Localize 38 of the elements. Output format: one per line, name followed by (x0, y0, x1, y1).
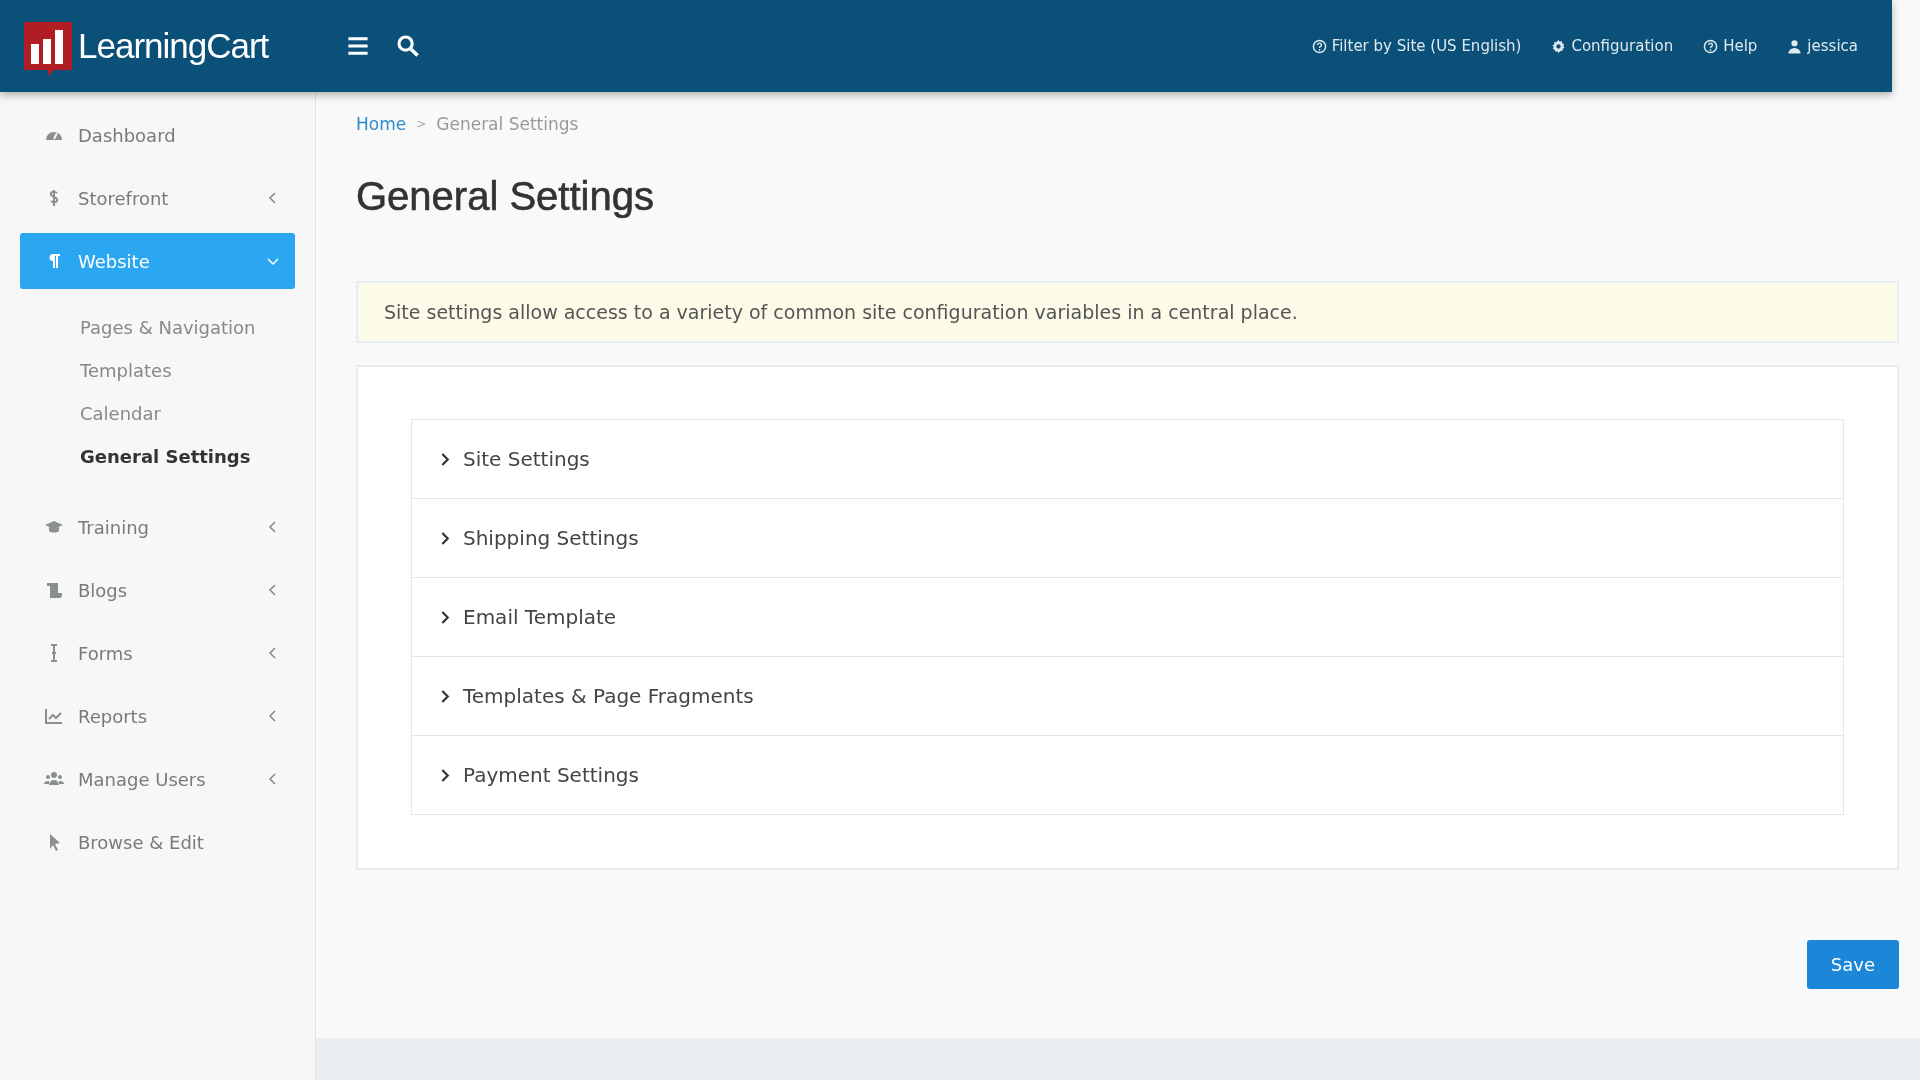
help-icon (1311, 38, 1327, 54)
scroll-icon (44, 580, 64, 600)
accordion-header[interactable]: Email Template (411, 577, 1844, 657)
accordion-header[interactable]: Templates & Page Fragments (411, 656, 1844, 736)
sidebar-item[interactable]: Reports (20, 688, 295, 744)
breadcrumb-current: General Settings (436, 114, 579, 134)
sidebar-item[interactable]: Website (20, 233, 295, 289)
menu-icon (346, 34, 370, 58)
line-chart-icon (44, 706, 64, 726)
sidebar-item[interactable]: Storefront (20, 170, 295, 226)
settings-icon (1551, 38, 1567, 54)
accordion-header[interactable]: Shipping Settings (411, 498, 1844, 578)
sidebar-item[interactable]: Training (20, 499, 295, 555)
submenu-item[interactable]: Templates (80, 349, 315, 392)
breadcrumb-separator: > (416, 117, 427, 131)
sidebar-item[interactable]: Forms (20, 625, 295, 681)
header-link[interactable]: Filter by Site (US English) (1311, 37, 1522, 55)
sidebar-item[interactable]: Dashboard (20, 107, 295, 163)
help-icon (1703, 38, 1719, 54)
user-icon (1787, 38, 1803, 54)
sidebar-item[interactable]: Manage Users (20, 751, 295, 807)
sidebar-item[interactable]: Blogs (20, 562, 295, 618)
accordion-header[interactable]: Payment Settings (411, 735, 1844, 815)
breadcrumb-link[interactable]: Home (356, 114, 407, 134)
sidebar-item[interactable]: Browse & Edit (20, 814, 295, 870)
logo-text[interactable]: LearningCart (78, 26, 269, 66)
save-button[interactable]: Save (1806, 940, 1899, 989)
header-link[interactable]: jessica (1787, 37, 1858, 55)
header-link[interactable]: Configuration (1551, 37, 1674, 55)
accordion-header[interactable]: Site Settings (411, 419, 1844, 499)
logo-icon (24, 22, 72, 78)
submenu-item[interactable]: Calendar (80, 392, 315, 435)
header-link[interactable]: Help (1703, 37, 1758, 55)
page-title: General Settings (356, 174, 655, 219)
submenu-item[interactable]: General Settings (80, 435, 315, 478)
info-message: Site settings allow access to a variety of common site configuration variables in a central place. (356, 281, 1899, 343)
submenu-item[interactable]: Pages & Navigation (80, 306, 315, 349)
search-icon (396, 34, 420, 58)
